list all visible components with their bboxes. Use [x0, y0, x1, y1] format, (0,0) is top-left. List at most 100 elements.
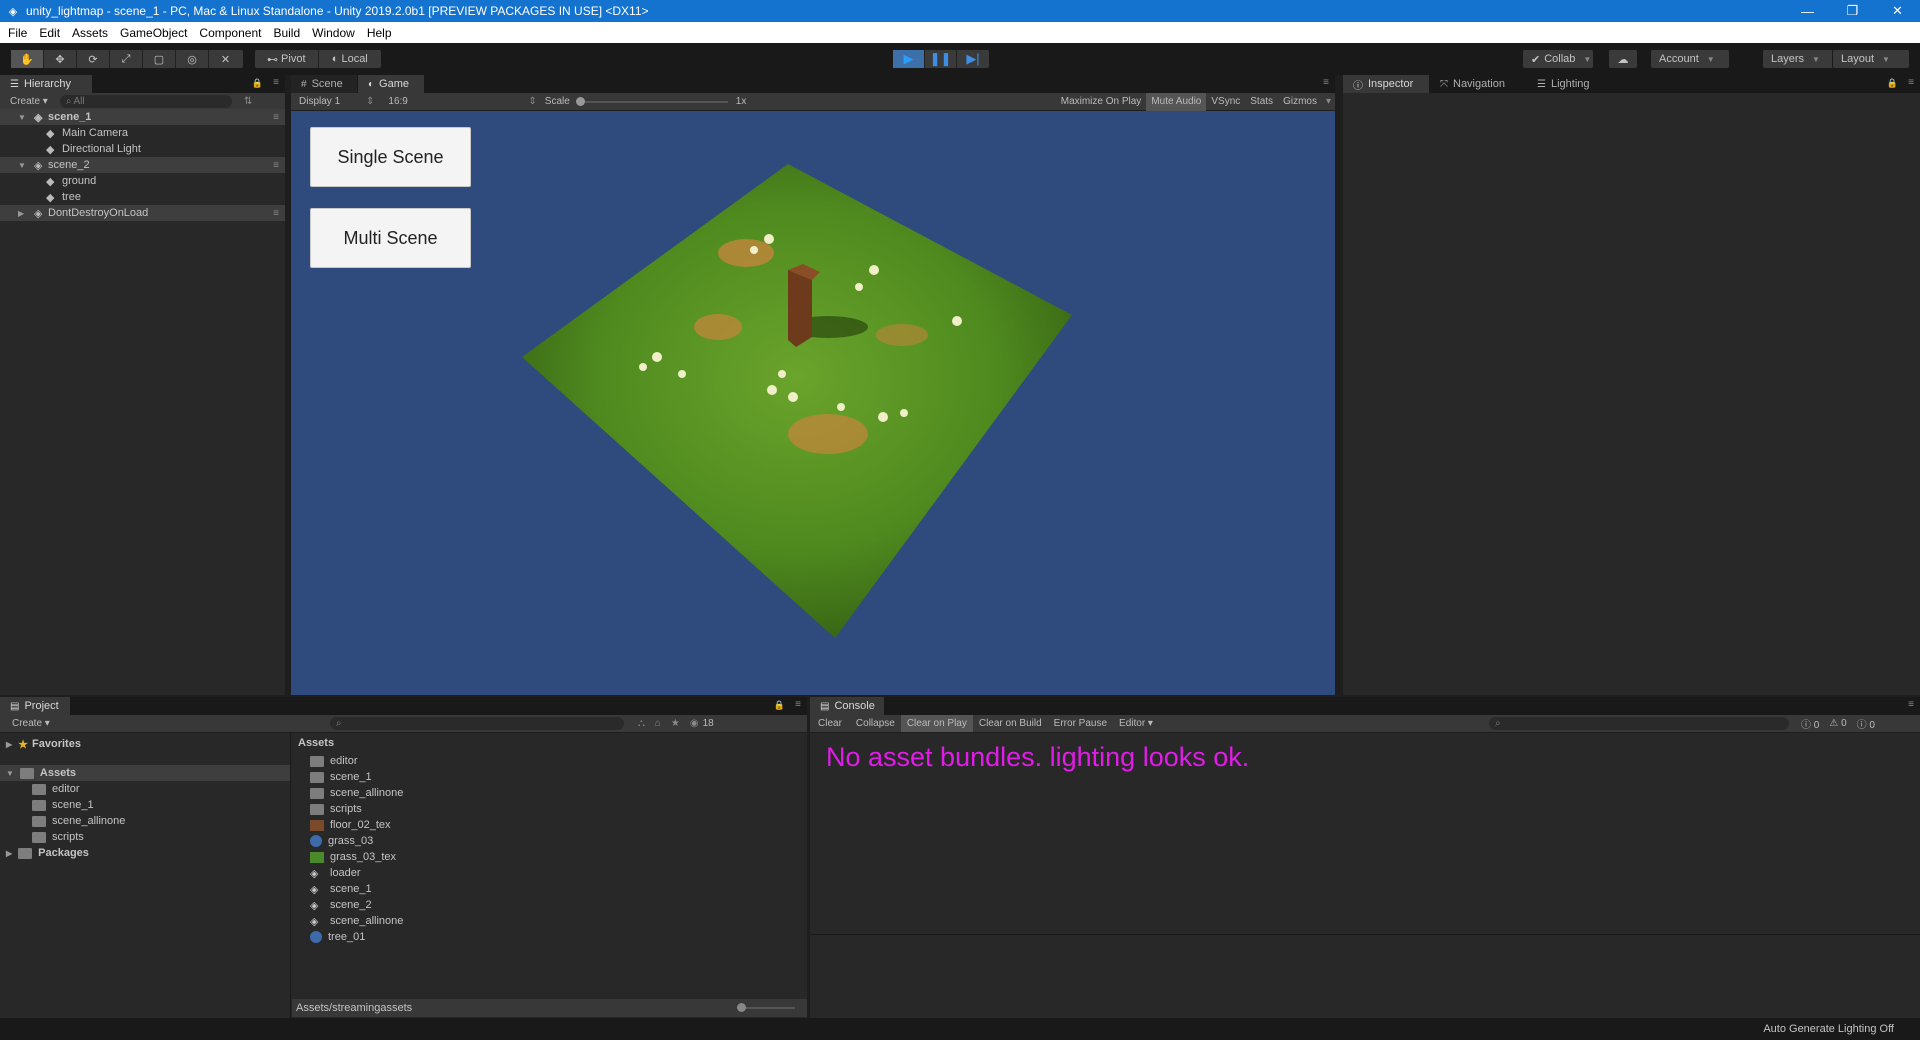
hierarchy-create-button[interactable]: Create ▾	[10, 96, 48, 107]
hierarchy-item[interactable]: ◆ Directional Light	[0, 141, 285, 157]
asset-item[interactable]: scripts	[310, 801, 362, 817]
asset-item[interactable]: scene_allinone	[310, 785, 403, 801]
zoom-slider[interactable]	[737, 1003, 795, 1012]
account-dropdown[interactable]: Account ▼	[1650, 49, 1730, 69]
gizmos-toggle[interactable]: Gizmos	[1278, 93, 1322, 111]
tree-item-favorites[interactable]: ▶ ★ Favorites	[6, 736, 81, 752]
clear-button[interactable]: Clear	[810, 718, 850, 729]
menu-edit[interactable]: Edit	[33, 26, 66, 40]
single-scene-button[interactable]: Single Scene	[310, 127, 471, 187]
error-count-toggle[interactable]: ⓘ 0	[1857, 716, 1875, 731]
clear-on-play-toggle[interactable]: Clear on Play	[900, 715, 973, 732]
slider-thumb[interactable]	[737, 1003, 746, 1012]
favorite-star-icon[interactable]: ★	[671, 718, 680, 729]
project-search-input[interactable]: ⌕	[329, 717, 624, 730]
tab-game[interactable]: ◐ Game	[358, 75, 424, 93]
move-tool-icon[interactable]: ✥	[44, 50, 77, 68]
collapse-triangle-icon[interactable]: ▶	[18, 209, 24, 218]
panel-menu-icon[interactable]: ≡	[1323, 77, 1329, 88]
asset-item[interactable]: floor_02_tex	[310, 817, 391, 833]
error-pause-toggle[interactable]: Error Pause	[1048, 718, 1113, 729]
cloud-button[interactable]: ☁	[1608, 49, 1638, 69]
status-text[interactable]: Auto Generate Lighting Off	[1763, 1023, 1894, 1035]
tab-project[interactable]: ▤ Project	[0, 697, 70, 715]
transform-tool-icon[interactable]: ◎	[176, 50, 209, 68]
asset-item[interactable]: editor	[310, 753, 358, 769]
asset-item[interactable]: ◈ loader	[310, 865, 361, 881]
tree-item-assets[interactable]: ▼ Assets	[0, 765, 290, 781]
scene-menu-icon[interactable]: ≡	[273, 160, 279, 171]
tab-navigation[interactable]: ⤧ Navigation	[1430, 75, 1526, 93]
custom-tool-icon[interactable]: ✕	[209, 50, 242, 68]
pause-button-icon[interactable]: ❚❚	[925, 50, 957, 68]
expand-triangle-icon[interactable]: ▼	[6, 769, 14, 778]
collapse-triangle-icon[interactable]: ▶	[6, 849, 12, 858]
project-create-button[interactable]: Create ▾	[12, 718, 50, 729]
tab-console[interactable]: ▤ Console	[810, 697, 884, 715]
lock-icon[interactable]: 🔒	[774, 700, 785, 711]
hierarchy-scene-row[interactable]: ▼ ◈ scene_1 ≡	[0, 109, 285, 125]
editor-dropdown[interactable]: Editor ▾	[1113, 718, 1159, 729]
expand-triangle-icon[interactable]: ▼	[18, 113, 26, 122]
collab-button[interactable]: ✔ Collab ▼	[1522, 49, 1594, 69]
console-search-input[interactable]: ⌕	[1488, 717, 1789, 730]
collapse-toggle[interactable]: Collapse	[850, 718, 901, 729]
menu-assets[interactable]: Assets	[66, 26, 114, 40]
hierarchy-item[interactable]: ◆ tree	[0, 189, 285, 205]
collapse-triangle-icon[interactable]: ▶	[6, 740, 12, 749]
maximize-button[interactable]: ❐	[1830, 0, 1875, 22]
aspect-dropdown[interactable]: 16:9	[388, 96, 528, 107]
maximize-on-play-toggle[interactable]: Maximize On Play	[1056, 93, 1147, 111]
tab-hierarchy[interactable]: ☰ Hierarchy	[0, 75, 92, 93]
tab-inspector[interactable]: ⓘ Inspector	[1343, 75, 1429, 93]
tree-item[interactable]: editor	[32, 781, 80, 797]
clear-on-build-toggle[interactable]: Clear on Build	[973, 718, 1048, 729]
tree-item[interactable]: scene_1	[32, 797, 94, 813]
close-button[interactable]: ✕	[1875, 0, 1920, 22]
tree-item[interactable]: scripts	[32, 829, 84, 845]
asset-item[interactable]: tree_01	[310, 929, 365, 945]
menu-gameobject[interactable]: GameObject	[114, 26, 193, 40]
hierarchy-scene-row[interactable]: ▶ ◈ DontDestroyOnLoad ≡	[0, 205, 285, 221]
panel-menu-icon[interactable]: ≡	[273, 77, 279, 88]
layers-dropdown[interactable]: Layers ▼	[1762, 49, 1838, 69]
asset-item[interactable]: grass_03	[310, 833, 373, 849]
asset-item[interactable]: ◈ scene_allinone	[310, 913, 403, 929]
gizmos-dropdown-icon[interactable]: ▾	[1322, 93, 1335, 111]
tree-item-packages[interactable]: ▶ Packages	[6, 845, 89, 861]
hidden-eye-icon[interactable]: ◉	[690, 718, 699, 729]
pivot-button[interactable]: ⊷ Pivot	[255, 50, 319, 68]
vsync-toggle[interactable]: VSync	[1206, 93, 1245, 111]
log-count-toggle[interactable]: ⓘ 0	[1801, 716, 1819, 731]
scene-menu-icon[interactable]: ≡	[273, 208, 279, 219]
scale-tool-icon[interactable]: ⤢	[110, 50, 143, 68]
hand-tool-icon[interactable]: ✋	[11, 50, 44, 68]
play-button-icon[interactable]: ▶	[893, 50, 925, 68]
asset-item[interactable]: grass_03_tex	[310, 849, 396, 865]
asset-item[interactable]: ◈ scene_2	[310, 897, 372, 913]
minimize-button[interactable]: —	[1785, 0, 1830, 22]
multi-scene-button[interactable]: Multi Scene	[310, 208, 471, 268]
rect-tool-icon[interactable]: ▢	[143, 50, 176, 68]
hierarchy-item[interactable]: ◆ ground	[0, 173, 285, 189]
asset-item[interactable]: ◈ scene_1	[310, 881, 372, 897]
lock-icon[interactable]: 🔒	[252, 78, 263, 89]
menu-window[interactable]: Window	[306, 26, 361, 40]
layout-dropdown[interactable]: Layout ▼	[1832, 49, 1910, 69]
menu-file[interactable]: File	[2, 26, 33, 40]
hierarchy-item[interactable]: ◆ Main Camera	[0, 125, 285, 141]
panel-menu-icon[interactable]: ≡	[1908, 77, 1914, 88]
sort-icon[interactable]: ⇅	[244, 96, 252, 107]
hierarchy-search-input[interactable]: ⌕ All	[59, 95, 232, 108]
tab-scene[interactable]: # Scene	[291, 75, 357, 93]
menu-help[interactable]: Help	[361, 26, 398, 40]
warning-count-toggle[interactable]: ⚠ 0	[1829, 718, 1846, 729]
display-dropdown[interactable]: Display 1	[299, 96, 364, 107]
slider-thumb[interactable]	[575, 96, 585, 106]
asset-item[interactable]: scene_1	[310, 769, 372, 785]
local-button[interactable]: ◐ Local	[319, 50, 382, 68]
tab-lighting[interactable]: ☰ Lighting	[1527, 75, 1603, 93]
rotate-tool-icon[interactable]: ⟳	[77, 50, 110, 68]
mute-audio-toggle[interactable]: Mute Audio	[1146, 92, 1207, 111]
scale-slider[interactable]	[575, 96, 728, 106]
